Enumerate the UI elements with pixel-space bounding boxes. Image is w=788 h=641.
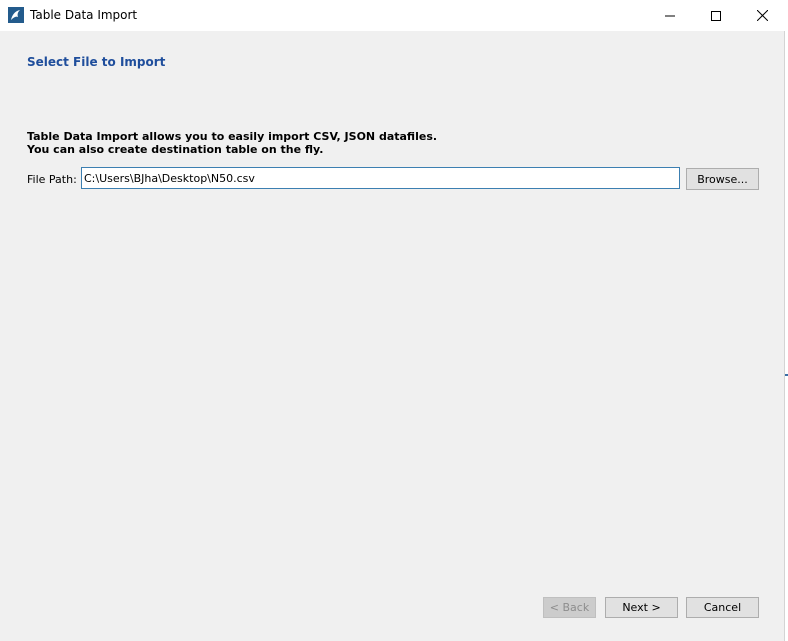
back-button[interactable]: < Back [543,597,596,618]
browse-button[interactable]: Browse... [686,168,759,190]
file-path-label: File Path: [27,173,77,186]
page-description: Table Data Import allows you to easily i… [27,130,437,156]
cancel-button[interactable]: Cancel [686,597,759,618]
maximize-icon [711,10,721,21]
next-button[interactable]: Next > [605,597,678,618]
title-bar[interactable]: Table Data Import [0,0,785,31]
window-title: Table Data Import [30,8,138,22]
page-title: Select File to Import [27,55,166,69]
file-path-input[interactable] [81,167,680,189]
mysql-dolphin-icon [8,7,24,23]
close-button[interactable] [739,0,785,31]
description-line-2: You can also create destination table on… [27,143,324,156]
description-line-1: Table Data Import allows you to easily i… [27,130,438,143]
maximize-button[interactable] [693,0,739,31]
minimize-button[interactable] [647,0,693,31]
minimize-icon [665,15,675,16]
close-icon [756,10,768,21]
